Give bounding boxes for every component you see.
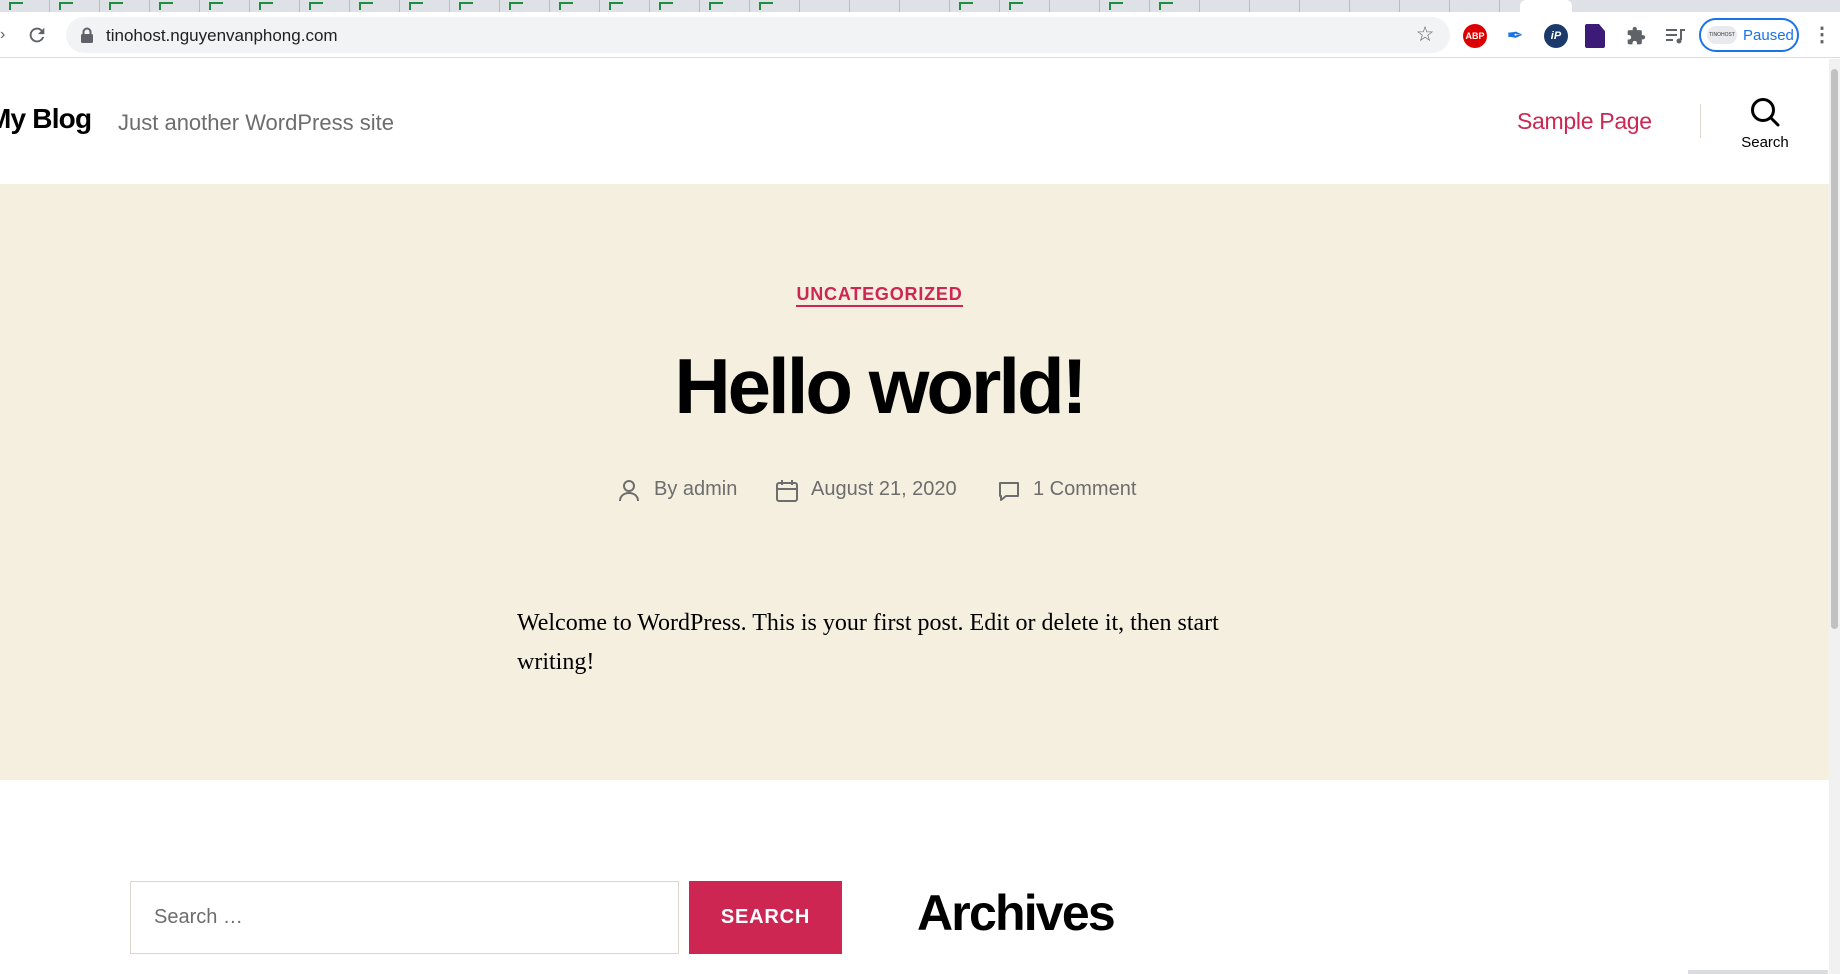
sheet-favicon-icon	[9, 2, 23, 10]
sheet-favicon-icon	[459, 2, 473, 10]
browser-tab[interactable]	[1200, 0, 1250, 12]
browser-tab[interactable]	[1400, 0, 1450, 12]
sheet-favicon-icon	[359, 2, 373, 10]
search-toggle-button[interactable]: Search	[1730, 97, 1800, 157]
ip-extension-icon[interactable]: iP	[1544, 24, 1568, 48]
browser-tab[interactable]	[250, 0, 300, 12]
post-content: Welcome to WordPress. This is your first…	[517, 610, 1219, 675]
sheet-favicon-icon	[609, 2, 623, 10]
sheet-favicon-icon	[309, 2, 323, 10]
scrollbar-thumb[interactable]	[1831, 69, 1838, 629]
browser-tab[interactable]	[0, 0, 50, 12]
browser-tab[interactable]	[1000, 0, 1050, 12]
sheet-favicon-icon	[959, 2, 973, 10]
search-input[interactable]	[130, 881, 679, 954]
comment-icon	[999, 482, 1019, 501]
browser-tab[interactable]	[1350, 0, 1400, 12]
sheet-favicon-icon	[1159, 2, 1173, 10]
profile-status-label: Paused	[1743, 27, 1794, 44]
sheet-favicon-icon	[1109, 2, 1123, 10]
browser-tab[interactable]	[1300, 0, 1350, 12]
page-scrollbar[interactable]	[1829, 59, 1840, 974]
post-comments-link[interactable]: 1 Comment	[1033, 478, 1136, 501]
sheet-favicon-icon	[409, 2, 423, 10]
post-date[interactable]: August 21, 2020	[811, 478, 957, 501]
browser-toolbar: › tinohost.nguyenvanphong.com ☆ ABP ✒ iP	[0, 12, 1840, 58]
footer-widgets: SEARCH Archives	[0, 780, 1829, 974]
sheet-favicon-icon	[509, 2, 523, 10]
browser-tab[interactable]	[150, 0, 200, 12]
browser-tab[interactable]	[400, 0, 450, 12]
category-link-wrapper: UNCATEGORIZED	[0, 284, 1759, 307]
browser-tab[interactable]	[50, 0, 100, 12]
sheet-favicon-icon	[59, 2, 73, 10]
site-title-link[interactable]: My Blog	[0, 103, 92, 135]
lock-icon[interactable]	[80, 27, 94, 43]
media-playlist-icon[interactable]	[1664, 24, 1688, 48]
search-submit-button[interactable]: SEARCH	[689, 881, 842, 954]
sheet-favicon-icon	[559, 2, 573, 10]
user-icon	[619, 480, 639, 502]
post-author[interactable]: By admin	[654, 478, 737, 501]
browser-tab[interactable]	[500, 0, 550, 12]
address-bar[interactable]: tinohost.nguyenvanphong.com ☆	[66, 17, 1450, 53]
archives-widget-title: Archives	[917, 885, 1116, 941]
browser-tab[interactable]	[650, 0, 700, 12]
reload-icon[interactable]	[26, 24, 48, 46]
active-browser-tab[interactable]	[1520, 0, 1572, 12]
adblock-extension-icon[interactable]: ABP	[1463, 24, 1487, 48]
sheet-favicon-icon	[659, 2, 673, 10]
browser-tab[interactable]	[1250, 0, 1300, 12]
extensions-puzzle-icon[interactable]	[1624, 24, 1648, 48]
tab-strip	[0, 0, 1840, 12]
sheet-favicon-icon	[209, 2, 223, 10]
browser-tab[interactable]	[1050, 0, 1100, 12]
browser-tab[interactable]	[850, 0, 900, 12]
browser-tab[interactable]	[700, 0, 750, 12]
browser-tab[interactable]	[950, 0, 1000, 12]
search-toggle-label: Search	[1741, 134, 1789, 151]
profile-paused-button[interactable]: TINOHOST Paused	[1699, 18, 1799, 52]
sheet-favicon-icon	[109, 2, 123, 10]
sheet-favicon-icon	[709, 2, 723, 10]
menu-item-sample-page[interactable]: Sample Page	[1517, 108, 1652, 135]
browser-tab[interactable]	[1100, 0, 1150, 12]
site-header: My Blog Just another WordPress site Samp…	[0, 59, 1829, 184]
search-icon	[1751, 98, 1780, 127]
category-link[interactable]: UNCATEGORIZED	[796, 284, 963, 307]
calendar-icon	[776, 480, 798, 502]
browser-tab[interactable]	[1150, 0, 1200, 12]
feather-extension-icon[interactable]: ✒	[1503, 24, 1527, 48]
browser-tab[interactable]	[450, 0, 500, 12]
sheet-favicon-icon	[259, 2, 273, 10]
url-text[interactable]: tinohost.nguyenvanphong.com	[106, 26, 338, 46]
post-header: UNCATEGORIZED Hello world! By admin Augu…	[0, 184, 1829, 780]
back-arrow-icon[interactable]: ›	[0, 26, 10, 44]
browser-tab[interactable]	[300, 0, 350, 12]
sheet-favicon-icon	[159, 2, 173, 10]
browser-tab[interactable]	[1450, 0, 1500, 12]
document-extension-icon[interactable]	[1585, 24, 1605, 48]
browser-tab[interactable]	[800, 0, 850, 12]
browser-tab[interactable]	[750, 0, 800, 12]
profile-avatar: TINOHOST	[1707, 26, 1737, 44]
divider	[1688, 970, 1828, 974]
browser-tab[interactable]	[200, 0, 250, 12]
sheet-favicon-icon	[1009, 2, 1023, 10]
browser-tab[interactable]	[600, 0, 650, 12]
header-divider	[1700, 104, 1701, 138]
sheet-favicon-icon	[759, 2, 773, 10]
post-title: Hello world!	[674, 342, 1087, 430]
browser-tab[interactable]	[550, 0, 600, 12]
browser-tab[interactable]	[350, 0, 400, 12]
bookmark-star-icon[interactable]: ☆	[1414, 24, 1436, 46]
browser-menu-icon[interactable]: ⋮	[1812, 22, 1832, 48]
browser-tab[interactable]	[900, 0, 950, 12]
site-description: Just another WordPress site	[118, 110, 394, 135]
browser-tab[interactable]	[100, 0, 150, 12]
